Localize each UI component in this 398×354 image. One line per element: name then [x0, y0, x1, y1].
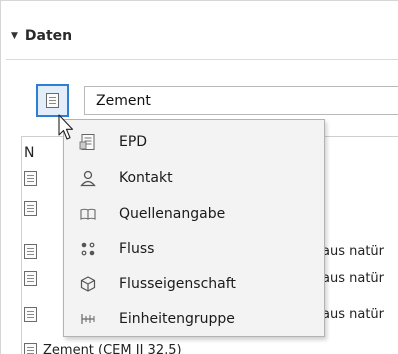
menu-item-label: Quellenangabe — [119, 206, 226, 222]
menu-item-flusseigenschaft[interactable]: Flusseigenschaft — [64, 268, 324, 300]
list-item-suffix: aus natür — [322, 243, 384, 259]
document-icon — [46, 93, 59, 108]
list-item-label: Zement (CEM II 32,5) — [43, 342, 182, 354]
search-input[interactable]: Zement — [84, 86, 398, 115]
menu-item-kontakt[interactable]: Kontakt — [64, 162, 324, 194]
list-item-suffix: aus natür — [322, 270, 384, 286]
document-icon — [24, 270, 37, 286]
epd-document-icon — [78, 132, 98, 152]
section-header-daten[interactable]: ▼ Daten — [11, 26, 72, 46]
menu-item-einheitengruppe[interactable]: Einheitengruppe — [64, 303, 324, 335]
document-icon — [24, 306, 37, 322]
menu-item-fluss[interactable]: Fluss — [64, 233, 324, 265]
mouse-pointer-icon — [58, 114, 74, 140]
triangle-down-icon[interactable]: ▼ — [11, 31, 18, 41]
menu-item-label: Kontakt — [119, 170, 173, 186]
menu-item-label: EPD — [119, 134, 148, 150]
section-divider — [6, 59, 398, 60]
menu-item-label: Fluss — [119, 241, 155, 257]
document-icon — [24, 342, 37, 354]
type-selector-button[interactable] — [36, 84, 69, 117]
book-icon — [78, 204, 98, 224]
list-item-suffix: aus natür — [322, 306, 384, 322]
menu-item-epd[interactable]: EPD — [64, 126, 324, 158]
cube-icon — [78, 274, 98, 294]
document-icon — [24, 170, 37, 186]
flow-icon — [78, 239, 98, 259]
document-icon — [24, 243, 37, 259]
type-dropdown-menu: EPD Kontakt Quellenangabe Fluss Flusseig… — [63, 119, 325, 337]
person-icon — [78, 168, 98, 188]
section-title: Daten — [24, 28, 73, 44]
list-item[interactable]: Zement (CEM II 32,5) — [22, 339, 398, 354]
menu-item-quellenangabe[interactable]: Quellenangabe — [64, 198, 324, 230]
data-panel: ▼ Daten Zement N aus natür aus natür aus… — [0, 0, 398, 354]
document-icon — [24, 200, 37, 216]
menu-item-label: Einheitengruppe — [119, 311, 235, 327]
column-header-name[interactable]: N — [24, 145, 34, 161]
menu-item-label: Flusseigenschaft — [119, 276, 236, 292]
search-input-value: Zement — [96, 92, 151, 109]
ruler-icon — [78, 309, 98, 329]
